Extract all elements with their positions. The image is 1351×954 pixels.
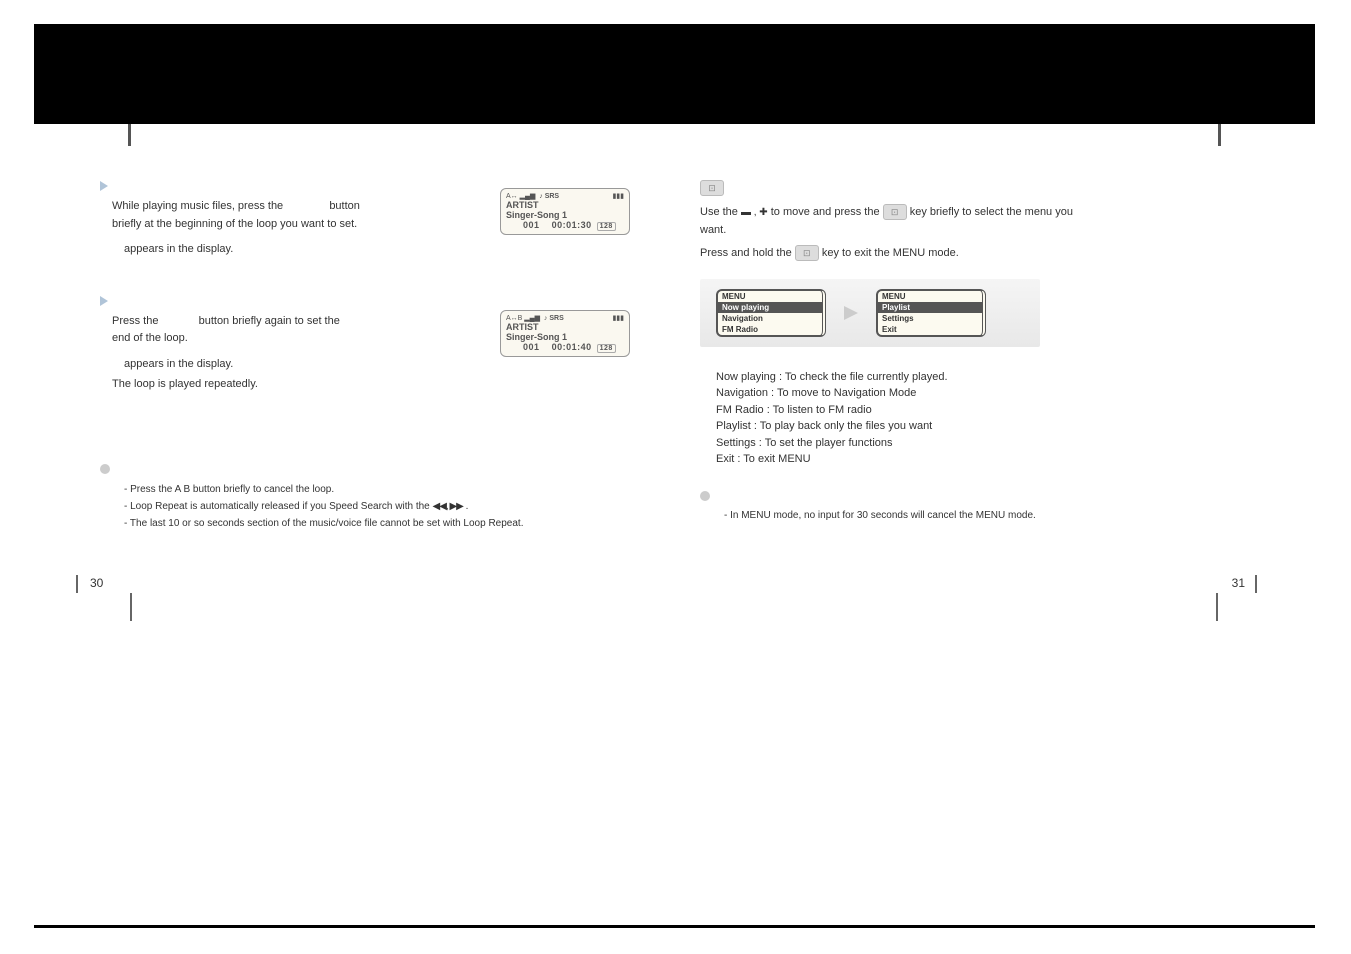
intro-f: key to exit the MENU mode. [822,247,959,259]
def-playlist: Playlist : To play back only the files y… [716,418,1230,435]
right-notes-block: - In MENU mode, no input for 30 seconds … [700,490,1230,524]
intro-e: Press and hold the [700,247,795,259]
lcd1-badge: 128 [597,222,616,231]
def-fmradio: FM Radio : To listen to FM radio [716,402,1230,419]
lcd2-badge: 128 [597,344,616,353]
page-crop-mark [130,593,132,621]
lcd2-srs: SRS [549,315,563,322]
menu2-item-playlist: Playlist [878,302,982,313]
lcd1-artist: ARTIST [506,200,624,210]
step1-text-b: briefly at the beginning of the loop you… [112,218,357,230]
battery-icon: ▮▮▮ [612,314,624,322]
step2-text-a: Press the [112,315,158,327]
lcd1-time: 00:01:30 [552,220,592,230]
page-crop-mark [1216,593,1218,621]
page-crop-mark [1255,575,1257,593]
intro-text-2: Press and hold the ⊡ key to exit the MEN… [700,245,1230,263]
chevron-right-icon [100,296,108,306]
page-number-right: 31 [1232,576,1245,590]
crop-mark-left [128,124,131,146]
footer-crop-bar [34,925,1315,928]
lcd1-track: 001 [523,220,540,230]
right-page-content: ⊡ Use the ▬ , ✚ to move and press the ⊡ … [700,180,1230,524]
lcd1-loop-indicator: A↔ [506,193,518,200]
step2-text-b: button briefly again to set the [199,315,340,327]
lcd2-song: Singer-Song 1 [506,332,624,342]
header-black-bar [34,24,1315,124]
intro-d: want. [700,224,726,236]
note-bullet-icon [100,464,110,474]
right-note-1: - In MENU mode, no input for 30 seconds … [724,508,1230,524]
step1-button-word: button [329,200,360,212]
menu-box-2: MENU Playlist Settings Exit [876,289,986,337]
def-navigation: Navigation : To move to Navigation Mode [716,385,1230,402]
lcd-screenshot-1: A↔ ▂▄▆ ♪ SRS ▮▮▮ ARTIST Singer-Song 1 00… [500,188,630,235]
note-1: - Press the A B button briefly to cancel… [124,481,630,498]
menu1-item-nowplaying: Now playing [718,302,822,313]
menu2-title: MENU [878,291,982,302]
note2-b: . [466,501,469,512]
lcd2-loop-indicator: A↔B [506,315,522,322]
step2-result-a: appears in the display. [124,358,233,370]
note-bullet-icon [700,491,710,501]
menu-key-icon-box: ⊡ [700,180,1230,196]
menu-key-icon: ⊡ [883,204,907,220]
menu-screens-row: MENU Now playing Navigation FM Radio MEN… [700,279,1040,347]
intro-b: to move and press the [771,206,883,218]
lcd-screenshot-2: A↔B ▂▄▆ ♪ SRS ▮▮▮ ARTIST Singer-Song 1 0… [500,310,630,357]
step2-text-c: end of the loop. [112,332,188,344]
arrow-right-icon [844,306,858,320]
menu-key-icon: ⊡ [795,245,819,261]
lcd2-artist: ARTIST [506,322,624,332]
def-exit: Exit : To exit MENU [716,451,1230,468]
step2-result-b: The loop is played repeatedly. [112,378,258,390]
lcd1-song: Singer-Song 1 [506,210,624,220]
move-icons: ▬ , ✚ [741,207,768,218]
menu2-item-exit: Exit [878,324,982,335]
page-number-left: 30 [90,576,103,590]
lcd2-track: 001 [523,342,540,352]
left-page-content: While playing music files, press the but… [100,180,630,532]
menu-definitions: Now playing : To check the file currentl… [716,369,1230,468]
rewind-forward-icon: ◀◀, ▶▶ [433,501,463,512]
intro-text: Use the ▬ , ✚ to move and press the ⊡ ke… [700,204,1230,239]
note-2: - Loop Repeat is automatically released … [124,498,630,515]
lcd1-srs: SRS [545,193,559,200]
lcd2-time: 00:01:40 [552,342,592,352]
menu-key-icon: ⊡ [700,180,724,196]
def-settings: Settings : To set the player functions [716,435,1230,452]
battery-icon: ▮▮▮ [612,192,624,200]
intro-a: Use the [700,206,741,218]
menu1-item-navigation: Navigation [718,313,822,324]
menu2-item-settings: Settings [878,313,982,324]
notes-block: - Press the A B button briefly to cancel… [100,463,630,532]
intro-c: key briefly to select the menu you [910,206,1073,218]
menu1-item-fmradio: FM Radio [718,324,822,335]
note-3: - The last 10 or so seconds section of t… [124,515,630,532]
chevron-right-icon [100,181,108,191]
note2-a: - Loop Repeat is automatically released … [124,501,433,512]
page-crop-mark [76,575,78,593]
step1-result: appears in the display. [124,243,233,255]
menu-box-1: MENU Now playing Navigation FM Radio [716,289,826,337]
def-nowplaying: Now playing : To check the file currentl… [716,369,1230,386]
menu1-title: MENU [718,291,822,302]
crop-mark-right [1218,124,1221,146]
step1-text-a: While playing music files, press the [112,200,283,212]
